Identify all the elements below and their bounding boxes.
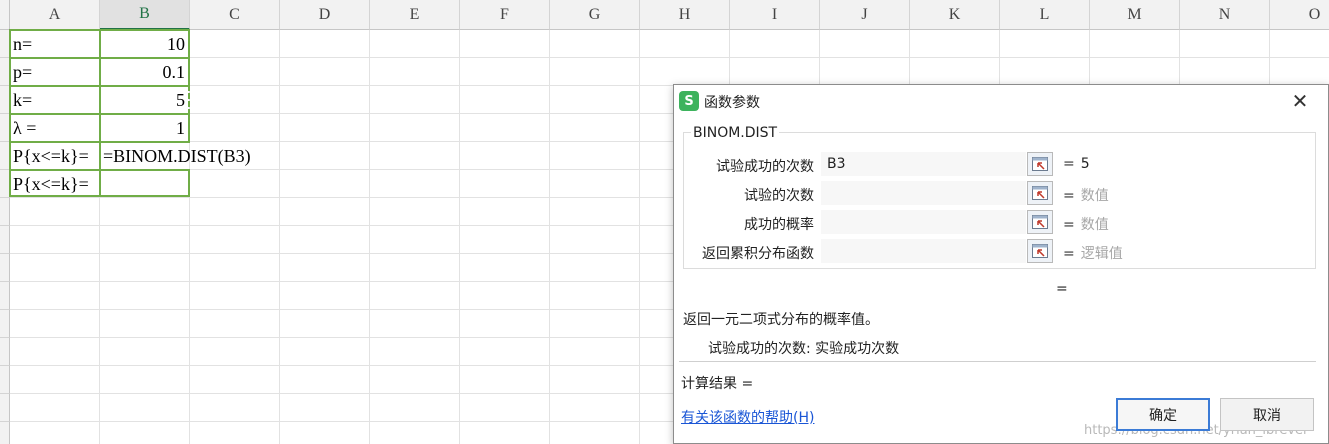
grid-vline xyxy=(279,30,280,444)
ok-button[interactable]: 确定 xyxy=(1116,398,1210,431)
arg-input-cumulative[interactable] xyxy=(821,239,1026,263)
cell-b5-formula[interactable]: =BINOM.DIST(B3) xyxy=(100,142,270,170)
column-header-b[interactable]: B xyxy=(100,0,190,30)
arg-label-number-s: 试验成功的次数 xyxy=(716,159,814,175)
function-description: 返回一元二项式分布的概率值。 xyxy=(683,312,879,328)
ref-border-b1 xyxy=(99,29,190,59)
row-header[interactable] xyxy=(0,254,10,282)
range-select-icon xyxy=(1032,186,1048,200)
ref-border-b4 xyxy=(99,113,190,143)
collapse-ref-button-3[interactable] xyxy=(1027,210,1053,234)
wps-app-icon: S xyxy=(679,91,699,111)
row-header[interactable] xyxy=(0,422,10,444)
ref-border-a5 xyxy=(9,141,101,171)
ref-border-b3-marching-ants xyxy=(99,85,190,115)
grid-vline xyxy=(549,30,550,444)
arg-input-number-s[interactable] xyxy=(821,152,1026,176)
arg-result-4: = 逻辑值 xyxy=(1063,243,1123,263)
function-name: BINOM.DIST xyxy=(691,125,780,141)
column-header-o[interactable]: O xyxy=(1270,0,1329,30)
arg-result-hint-4: 逻辑值 xyxy=(1080,246,1123,262)
range-select-icon xyxy=(1032,244,1048,258)
select-all-corner[interactable] xyxy=(0,0,10,30)
calculation-result: 计算结果 = xyxy=(681,376,754,392)
ref-border-a3 xyxy=(9,85,101,115)
arg-eq-2: = xyxy=(1063,188,1075,204)
arg-eq-3: = xyxy=(1063,217,1075,233)
dialog-title: 函数参数 xyxy=(704,95,760,111)
grid-hline xyxy=(10,57,1329,58)
grid-vline xyxy=(639,30,640,444)
arg-eq-1: = xyxy=(1063,156,1075,172)
column-header-d[interactable]: D xyxy=(280,0,370,30)
column-header-i[interactable]: I xyxy=(730,0,820,30)
range-select-icon xyxy=(1032,215,1048,229)
arg-label-probability: 成功的概率 xyxy=(744,217,814,233)
column-header-h[interactable]: H xyxy=(640,0,730,30)
close-icon[interactable]: ✕ xyxy=(1288,89,1312,113)
column-header-n[interactable]: N xyxy=(1180,0,1270,30)
ref-border-a2 xyxy=(9,57,101,87)
row-header[interactable] xyxy=(0,394,10,422)
row-header[interactable] xyxy=(0,282,10,310)
column-header-l[interactable]: L xyxy=(1000,0,1090,30)
cancel-button[interactable]: 取消 xyxy=(1220,398,1314,431)
column-header-e[interactable]: E xyxy=(370,0,460,30)
argument-description: 试验成功的次数: 实验成功次数 xyxy=(708,341,900,357)
range-select-icon xyxy=(1032,157,1048,171)
dialog-titlebar[interactable]: S 函数参数 ✕ xyxy=(674,85,1328,117)
column-header-c[interactable]: C xyxy=(190,0,280,30)
column-header-k[interactable]: K xyxy=(910,0,1000,30)
ref-border-b6 xyxy=(99,169,190,197)
row-header[interactable] xyxy=(0,226,10,254)
collapse-ref-button-1[interactable] xyxy=(1027,152,1053,176)
column-header-m[interactable]: M xyxy=(1090,0,1180,30)
arg-input-trials[interactable] xyxy=(821,181,1026,205)
grid-vline xyxy=(459,30,460,444)
arg-result-hint-2: 数值 xyxy=(1080,188,1109,204)
divider xyxy=(679,361,1316,362)
grid-vline xyxy=(369,30,370,444)
ref-border-a1 xyxy=(9,29,101,59)
collapse-ref-button-2[interactable] xyxy=(1027,181,1053,205)
column-header-f[interactable]: F xyxy=(460,0,550,30)
arg-result-1: = 5 xyxy=(1063,156,1090,172)
row-header[interactable] xyxy=(0,366,10,394)
collapse-ref-button-4[interactable] xyxy=(1027,239,1053,263)
ref-border-b2 xyxy=(99,57,190,87)
function-arguments-dialog: S 函数参数 ✕ BINOM.DIST 试验成功的次数 =5 试验的次数 =数值… xyxy=(673,84,1329,444)
column-header-g[interactable]: G xyxy=(550,0,640,30)
row-header[interactable] xyxy=(0,310,10,338)
ref-border-a6 xyxy=(9,169,101,197)
arg-input-probability[interactable] xyxy=(821,210,1026,234)
arg-result-2: = 数值 xyxy=(1063,185,1109,205)
arg-result-value-1: 5 xyxy=(1080,156,1090,172)
formula-result: = xyxy=(1056,281,1068,297)
row-header[interactable] xyxy=(0,338,10,366)
column-header-a[interactable]: A xyxy=(10,0,100,30)
help-link[interactable]: 有关该函数的帮助(H) xyxy=(681,407,814,427)
ref-border-a4 xyxy=(9,113,101,143)
arg-label-trials: 试验的次数 xyxy=(744,188,814,204)
arg-result-hint-3: 数值 xyxy=(1080,217,1109,233)
arg-result-3: = 数值 xyxy=(1063,214,1109,234)
arg-eq-4: = xyxy=(1063,246,1075,262)
column-header-j[interactable]: J xyxy=(820,0,910,30)
arg-label-cumulative: 返回累积分布函数 xyxy=(702,246,814,262)
row-header[interactable] xyxy=(0,198,10,226)
